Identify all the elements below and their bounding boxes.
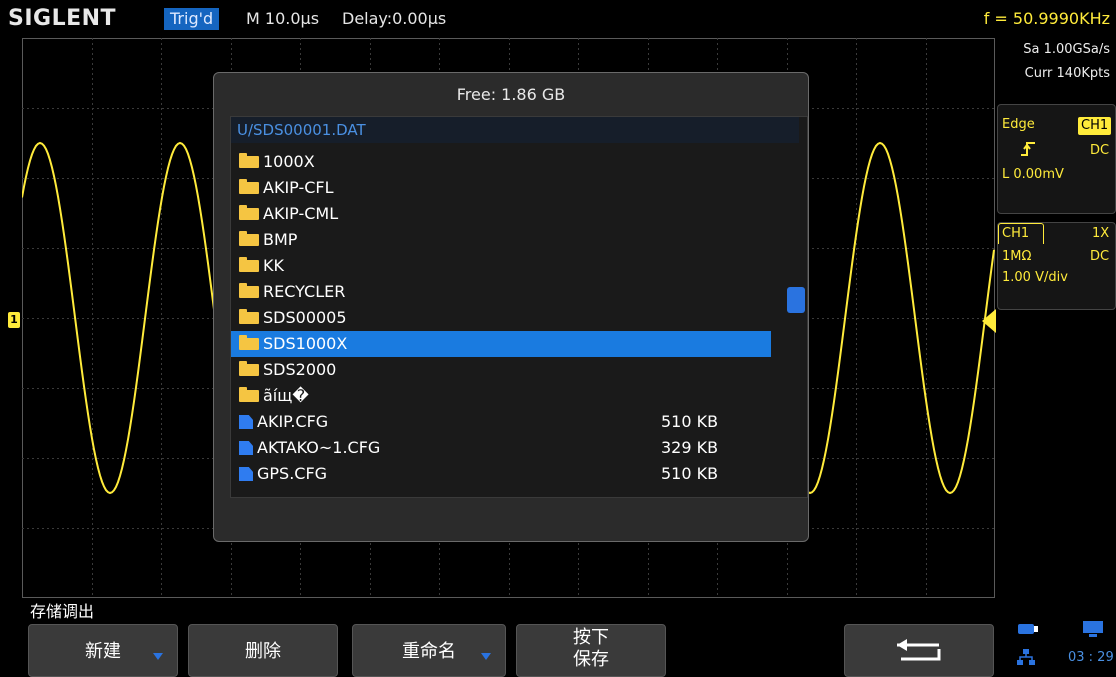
file-icon [239, 441, 253, 455]
system-clock: 03 : 29 [1068, 650, 1114, 665]
list-item[interactable]: GPS.CFG 510 KB [231, 461, 771, 487]
trigger-edge-icon [1021, 142, 1035, 156]
scrollbar-thumb[interactable] [787, 287, 805, 313]
file-size: 510 KB [661, 464, 719, 483]
monitor-icon [1083, 621, 1103, 637]
trigger-status: Trig'd [164, 8, 220, 30]
channel-coupling: DC [1090, 249, 1110, 264]
list-item[interactable]: AKIP-CFL [231, 175, 771, 201]
list-item[interactable]: ãíщ� [231, 383, 771, 409]
trigger-panel[interactable]: Edge CH1 DC L 0.00mV [997, 104, 1116, 214]
folder-icon [239, 361, 259, 376]
file-size: 329 KB [661, 438, 719, 457]
folder-icon [239, 205, 259, 220]
ch1-panel[interactable]: CH1 1X 1MΩ DC 1.00 V/div [997, 222, 1116, 310]
file-size: 510 KB [661, 412, 719, 431]
arrow-down-icon [481, 653, 491, 660]
trigger-type: Edge [1002, 117, 1035, 132]
list-item[interactable]: KK [231, 253, 771, 279]
return-arrow-icon [897, 639, 941, 661]
file-icon [239, 467, 253, 481]
folder-icon [239, 283, 259, 298]
list-item[interactable]: SDS00005 [231, 305, 771, 331]
scrollbar-track[interactable] [779, 145, 803, 495]
list-item[interactable]: AKIP.CFG 510 KB [231, 409, 771, 435]
file-browser-dialog: Free: 1.86 GB U/SDS00001.DAT 1000X AKIP-… [213, 72, 809, 542]
folder-icon [239, 179, 259, 194]
delete-button[interactable]: 删除 [188, 624, 338, 677]
input-impedance: 1MΩ [1002, 249, 1032, 264]
memory-depth: Curr 140Kpts [1024, 66, 1110, 81]
list-item[interactable]: AKIP-CML [231, 201, 771, 227]
folder-icon [239, 257, 259, 272]
press-save-button[interactable]: 按下 保存 [516, 624, 666, 677]
list-item[interactable]: RECYCLER [231, 279, 771, 305]
list-item[interactable]: AKTAKO~1.CFG 329 KB [231, 435, 771, 461]
delete-label: 删除 [245, 641, 281, 662]
file-icon [239, 415, 253, 429]
delay-readout: Delay:0.00μs [342, 9, 447, 28]
timebase-readout: M 10.0μs [246, 9, 320, 28]
trigger-level: L 0.00mV [1002, 167, 1064, 182]
network-icon [1017, 649, 1035, 665]
acquisition-info: Sa 1.00GSa/s Curr 140Kpts [997, 38, 1116, 86]
new-button[interactable]: 新建 [28, 624, 178, 677]
arrow-down-icon [153, 653, 163, 660]
system-status-area: 03 : 29 [1004, 618, 1116, 675]
vertical-scale: 1.00 V/div [1002, 270, 1068, 285]
list-item[interactable]: BMP [231, 227, 771, 253]
usb-icon [1018, 624, 1038, 634]
rename-button[interactable]: 重命名 [352, 624, 506, 677]
sample-rate: Sa 1.00GSa/s [1023, 42, 1110, 57]
trigger-level-marker [982, 309, 996, 333]
ch1-offset-marker: 1 [8, 312, 20, 328]
trigger-source: CH1 [1078, 117, 1112, 135]
probe-ratio: 1X [1092, 226, 1110, 241]
folder-icon [239, 231, 259, 246]
folder-icon [239, 335, 259, 350]
folder-icon [239, 153, 259, 168]
save-label: 保存 [573, 649, 609, 670]
list-item[interactable]: SDS2000 [231, 357, 771, 383]
list-item-selected[interactable]: SDS1000X [231, 331, 771, 357]
list-item[interactable]: 1000X [231, 149, 771, 175]
free-space: Free: 1.86 GB [456, 85, 566, 104]
top-status-bar: SIGLENT Trig'd M 10.0μs Delay:0.00μs f =… [0, 0, 1116, 38]
channel-label: CH1 [1002, 226, 1030, 241]
trigger-coupling: DC [1090, 143, 1110, 158]
file-list[interactable]: U/SDS00001.DAT 1000X AKIP-CFL AKIP-CML B… [230, 116, 808, 498]
folder-icon [239, 387, 259, 402]
menu-title: 存储调出 [30, 602, 95, 621]
return-button[interactable] [844, 624, 994, 677]
press-label: 按下 [573, 627, 609, 648]
brand-logo: SIGLENT [8, 6, 117, 31]
current-path: U/SDS00001.DAT [231, 117, 799, 143]
frequency-counter: f = 50.9990KHz [983, 9, 1110, 28]
folder-icon [239, 309, 259, 324]
